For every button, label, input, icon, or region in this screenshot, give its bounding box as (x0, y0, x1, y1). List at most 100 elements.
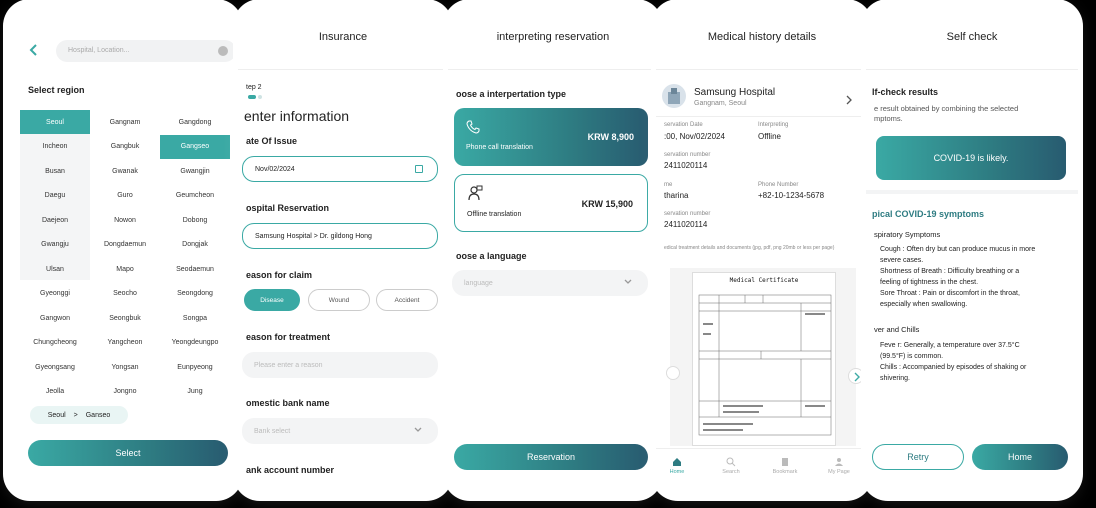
region-option[interactable]: Eunpyeong (160, 355, 230, 379)
region-option[interactable]: Busan (20, 159, 90, 183)
bank-select[interactable]: Bank select (242, 418, 438, 444)
home-button-label: Home (1007, 452, 1032, 462)
region-option[interactable]: Mapo (90, 257, 160, 281)
page-title-text: interpreting reservation (496, 30, 610, 43)
hospital-location: Gangnam, Seoul (694, 100, 747, 107)
selected-region-chip[interactable]: Seoul > Ganseo (30, 406, 128, 424)
home-button[interactable]: Home (972, 444, 1068, 470)
region-option[interactable]: Gyeongsang (20, 355, 90, 379)
nav-mypage[interactable]: My Page (818, 457, 860, 475)
chevron-down-icon (414, 427, 422, 435)
search-input[interactable]: Hospital, Location... (56, 40, 236, 62)
region-option[interactable]: Jeolla (20, 380, 90, 404)
date-field[interactable]: Nov/02/2024 (242, 156, 438, 182)
claim-wound-button[interactable]: Wound (308, 289, 370, 311)
region-option[interactable]: Gangseo (160, 134, 230, 159)
region-option[interactable]: Yongsan (90, 355, 160, 379)
region-option[interactable]: Dongjak (160, 233, 230, 257)
region-option[interactable]: Gyeonggi (20, 282, 90, 306)
region-option[interactable]: Yangcheon (90, 331, 160, 355)
region-option[interactable]: Seodaemun (160, 257, 230, 281)
hospital-logo (662, 84, 686, 108)
respiratory-title: spiratory Symptoms (874, 230, 941, 239)
select-button[interactable]: Select (28, 440, 228, 466)
chip-district: Ganseo (85, 411, 111, 419)
fever-line: shivering. (880, 375, 910, 382)
nav-search[interactable]: Search (710, 457, 752, 475)
region-option[interactable]: Gwanak (90, 159, 160, 183)
region-option[interactable]: Gwangju (20, 233, 90, 257)
hospital-field[interactable]: Samsung Hospital > Dr. gildong Hong (242, 223, 438, 249)
region-option[interactable]: Gangwon (20, 306, 90, 330)
clear-icon[interactable] (218, 46, 228, 56)
page-title: Insurance (238, 4, 448, 70)
region-option[interactable]: Seongbuk (90, 306, 160, 330)
region-option[interactable]: Seoul (20, 110, 90, 134)
offline-translation-card[interactable]: Offline translation KRW 15,900 (454, 174, 648, 232)
date-value: Nov/02/2024 (255, 165, 295, 173)
fever-line: Chills : Accompanied by episodes of shak… (880, 364, 1027, 371)
page-title: interpreting reservation (448, 4, 658, 70)
phone-translation-card[interactable]: Phone call translation KRW 8,900 (454, 108, 648, 166)
region-option[interactable]: Gangnam (90, 110, 160, 134)
fever-list: Feve r: Generally, a temperature over 37… (880, 340, 1026, 384)
claim-accident-button[interactable]: Accident (376, 289, 438, 311)
region-option[interactable]: Guro (90, 184, 160, 208)
divider (866, 190, 1078, 194)
hospital-name: Samsung Hospital (694, 87, 776, 98)
treatment-input[interactable]: Please enter a reason (242, 352, 438, 378)
region-option[interactable]: Gangdong (160, 110, 230, 134)
prev-page-button[interactable] (666, 366, 680, 380)
chip-separator: > (73, 411, 78, 419)
res-number-label: servation number (664, 152, 711, 158)
region-option[interactable]: Gangbuk (90, 135, 160, 159)
region-option[interactable]: Songpa (160, 306, 230, 330)
region-option[interactable]: Daejeon (20, 208, 90, 232)
chevron-right-icon[interactable] (846, 92, 852, 110)
form-heading: enter information (244, 108, 350, 124)
resp-line: especially when swallowing. (880, 301, 968, 308)
res-date-label: servation Date (664, 122, 703, 128)
name-label: me (664, 182, 673, 188)
language-label: oose a language (456, 251, 527, 261)
certificate-document: Medical Certificate (692, 272, 836, 446)
back-icon[interactable] (26, 42, 42, 58)
region-option[interactable]: Seongdong (160, 282, 230, 306)
nav-home-label: Home (669, 469, 685, 475)
insurance-screen: Insurance tep 2 enter information ate Of… (238, 4, 448, 496)
home-icon (673, 458, 681, 466)
nav-search-label: Search (722, 469, 740, 475)
certificate-form (698, 294, 832, 436)
region-option[interactable]: Seocho (90, 282, 160, 306)
resp-line: Cough : Often dry but can produce mucus … (880, 246, 1036, 253)
region-option[interactable]: Geumcheon (160, 184, 230, 208)
region-option[interactable]: Jongno (90, 380, 160, 404)
region-option[interactable]: Dongdaemun (90, 233, 160, 257)
reservation-button[interactable]: Reservation (454, 444, 648, 470)
nav-bookmark-label: Bookmark (772, 469, 798, 475)
region-option[interactable]: Jung (160, 380, 230, 404)
nav-home[interactable]: Home (656, 457, 698, 475)
region-option[interactable]: Gwangjin (160, 159, 230, 183)
chip-city: Seoul (47, 411, 66, 419)
reservation-button-label: Reservation (526, 452, 576, 462)
retry-button[interactable]: Retry (872, 444, 964, 470)
region-option[interactable]: Nowon (90, 208, 160, 232)
phone-label: Phone Number (758, 182, 799, 188)
phone-icon (466, 120, 480, 139)
step-label: tep 2 (246, 84, 262, 91)
calendar-icon[interactable] (415, 165, 423, 173)
nav-bookmark[interactable]: Bookmark (764, 457, 806, 475)
region-option[interactable]: Incheon (20, 135, 90, 159)
respiratory-list: Cough : Often dry but can produce mucus … (880, 244, 1035, 310)
next-page-button[interactable] (848, 368, 864, 384)
region-screen: Hospital, Location... Select region Seou… (8, 4, 238, 496)
region-option[interactable]: Dobong (160, 208, 230, 232)
region-option[interactable]: Chungcheong (20, 331, 90, 355)
verdict-text: COVID-19 is likely. (933, 153, 1009, 163)
region-option[interactable]: Yeongdeungpo (160, 331, 230, 355)
language-select[interactable]: language (452, 270, 648, 296)
region-option[interactable]: Ulsan (20, 257, 90, 281)
claim-disease-button[interactable]: Disease (244, 289, 300, 311)
region-option[interactable]: Daegu (20, 184, 90, 208)
